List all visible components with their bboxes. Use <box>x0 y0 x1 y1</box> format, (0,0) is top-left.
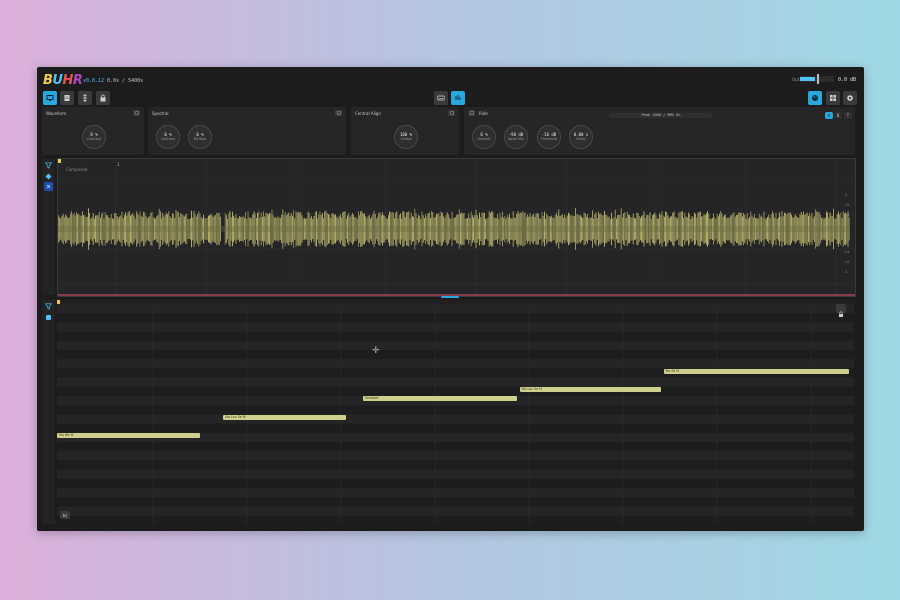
app-window: BUHR v0.8.12 0.0s / 5400s Out 0.0 dB Wav… <box>37 67 864 531</box>
spectrum-button[interactable] <box>451 91 465 105</box>
loop-start-flag[interactable] <box>57 300 60 304</box>
note-block[interactable]: Mo We M <box>57 433 200 438</box>
note-block[interactable]: Mo Se M <box>663 369 849 374</box>
knob-amount[interactable]: 0 % Amount <box>472 125 496 149</box>
align-icon <box>83 94 87 102</box>
knob-delay[interactable]: 0.00 s Delay <box>569 125 593 149</box>
panel-menu-button[interactable] <box>335 110 342 116</box>
menu-icon <box>134 111 139 115</box>
timecode: 0.0s / 5400s <box>107 78 144 84</box>
filter-button[interactable] <box>44 161 53 170</box>
lock-icon <box>100 94 106 102</box>
waveform-view[interactable]: Composed 1 -3 -12 -24 -24 -12 -3 <box>57 158 856 297</box>
keyboard-icon <box>437 95 445 101</box>
knob-threshold[interactable]: -16 dB Threshold <box>537 125 561 149</box>
lock-roll-button[interactable] <box>836 304 846 317</box>
note-block[interactable]: Zembart <box>362 396 518 401</box>
document-icon <box>64 95 70 101</box>
lock-button[interactable] <box>96 91 110 105</box>
loop-start-flag[interactable] <box>58 159 61 163</box>
panel-title: Ride <box>479 111 488 116</box>
panel-menu-button[interactable] <box>133 110 140 116</box>
crosshair-cursor-icon: ✛ <box>372 346 380 356</box>
knob-centre[interactable]: 100 % Centre <box>394 125 418 149</box>
splitter-handle[interactable] <box>441 296 459 298</box>
db-tick: -3 <box>843 270 848 274</box>
knob-bit-bias[interactable]: 0 % Bit Bias <box>188 125 212 149</box>
db-tick: -3 <box>843 193 848 197</box>
panel-spectral: Spectral 0 % Contrast 0 % Bit Bias <box>148 107 346 155</box>
diamond-icon <box>45 173 52 180</box>
ride-mode-t[interactable]: T <box>844 112 852 119</box>
close-track-button[interactable] <box>44 182 53 191</box>
diamond-button[interactable] <box>44 172 53 181</box>
piano-roll-sidebar <box>42 300 55 524</box>
settings-icon <box>847 95 853 101</box>
output-value: 0.0 dB <box>838 77 857 83</box>
ride-mode-b[interactable]: B <box>834 112 842 119</box>
settings-button[interactable] <box>843 91 857 105</box>
filter-icon <box>45 162 52 169</box>
track-label: Composed <box>66 167 88 172</box>
version-label: v0.8.12 <box>83 78 105 84</box>
note-block[interactable]: Mo Lon Se M <box>223 415 347 420</box>
menu-icon <box>469 111 474 115</box>
palette-button[interactable] <box>808 91 822 105</box>
filter-icon <box>45 303 52 310</box>
align-button[interactable] <box>78 91 92 105</box>
clip-icon <box>46 315 51 320</box>
panel-title: Waveform <box>46 111 67 116</box>
document-button[interactable] <box>60 91 74 105</box>
menu-icon <box>449 111 454 115</box>
piano-roll-view[interactable]: ✛ bs Mo We M Mo Lon Se M Zembart Wo Lon … <box>57 300 854 524</box>
db-tick: -12 <box>843 203 850 207</box>
db-tick: -12 <box>843 260 850 264</box>
ride-mode-a[interactable]: A <box>825 112 833 119</box>
knob-contrast[interactable]: 0 % Contrast <box>82 125 106 149</box>
marker-label: 1 <box>117 162 120 167</box>
grid-button[interactable] <box>826 91 840 105</box>
knob-contrast[interactable]: 0 % Contrast <box>156 125 180 149</box>
output-slider-thumb[interactable] <box>817 74 819 84</box>
app-logo: BUHR <box>43 73 83 88</box>
menu-icon <box>336 111 341 115</box>
output-label: Out <box>792 77 800 82</box>
db-tick: -24 <box>843 213 850 217</box>
db-tick: -24 <box>843 250 850 254</box>
keyboard-button[interactable] <box>434 91 448 105</box>
bottom-left-button[interactable]: bs <box>60 511 70 519</box>
filter-button[interactable] <box>44 302 53 311</box>
display-button[interactable] <box>43 91 57 105</box>
panel-menu-button[interactable] <box>448 110 455 116</box>
panel-central-align: Central Align 100 % Centre <box>351 107 459 155</box>
piano-roll-grid <box>57 300 854 524</box>
grid-icon <box>830 95 836 101</box>
close-icon <box>46 184 51 189</box>
panel-ride: Ride Peak 1000 / RMS 0% A B T 0 % Amount… <box>464 107 855 155</box>
panel-title: Spectral <box>152 111 169 116</box>
knob-noise-min[interactable]: -90 dB Noise Min <box>504 125 528 149</box>
note-block[interactable]: Wo Lon Se M <box>519 387 662 392</box>
spectrum-icon <box>455 95 461 100</box>
waveform-sidebar <box>42 159 55 295</box>
lock-icon <box>839 311 843 317</box>
ride-preset-select[interactable]: Peak 1000 / RMS 0% <box>609 113 713 118</box>
panel-waveform: Waveform 0 % Contrast <box>42 107 144 155</box>
panel-menu-button[interactable] <box>468 110 475 116</box>
waveform-canvas <box>58 159 855 296</box>
display-icon <box>46 95 54 101</box>
clip-button[interactable] <box>44 313 53 322</box>
output-meter-fill <box>800 77 816 81</box>
palette-icon <box>812 95 818 101</box>
panel-title: Central Align <box>355 111 381 116</box>
